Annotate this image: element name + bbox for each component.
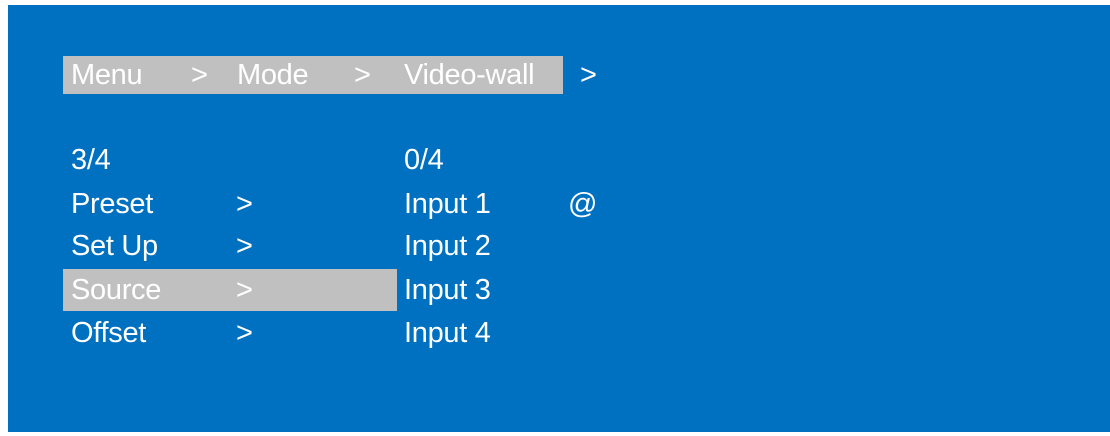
- menu-item-label: Preset: [71, 188, 154, 220]
- input-option-label: Input 2: [404, 230, 491, 262]
- breadcrumb-item-video-wall[interactable]: Video-wall: [404, 56, 535, 94]
- input-option-label: Input 3: [404, 274, 491, 306]
- menu-item-label: Offset: [71, 317, 147, 349]
- menu-item-label: Set Up: [71, 230, 158, 262]
- input-option-label: Input 1: [404, 188, 491, 220]
- osd-menu-screen: Menu > Mode > Video-wall > 3/4 Preset > …: [8, 5, 1110, 432]
- left-page-counter: 3/4: [71, 144, 111, 176]
- current-selection-marker: @: [568, 188, 598, 220]
- chevron-right-icon: >: [236, 274, 253, 306]
- breadcrumb-separator: >: [191, 59, 208, 91]
- breadcrumb-item-menu[interactable]: Menu: [71, 56, 143, 94]
- menu-item-label: Source: [71, 274, 162, 306]
- input-option-label: Input 4: [404, 317, 491, 349]
- breadcrumb-item-mode[interactable]: Mode: [237, 56, 309, 94]
- chevron-right-icon: >: [236, 317, 253, 349]
- breadcrumb-separator: >: [580, 59, 597, 91]
- breadcrumb-separator: >: [354, 59, 371, 91]
- chevron-right-icon: >: [236, 230, 253, 262]
- chevron-right-icon: >: [236, 188, 253, 220]
- right-page-counter: 0/4: [404, 144, 444, 176]
